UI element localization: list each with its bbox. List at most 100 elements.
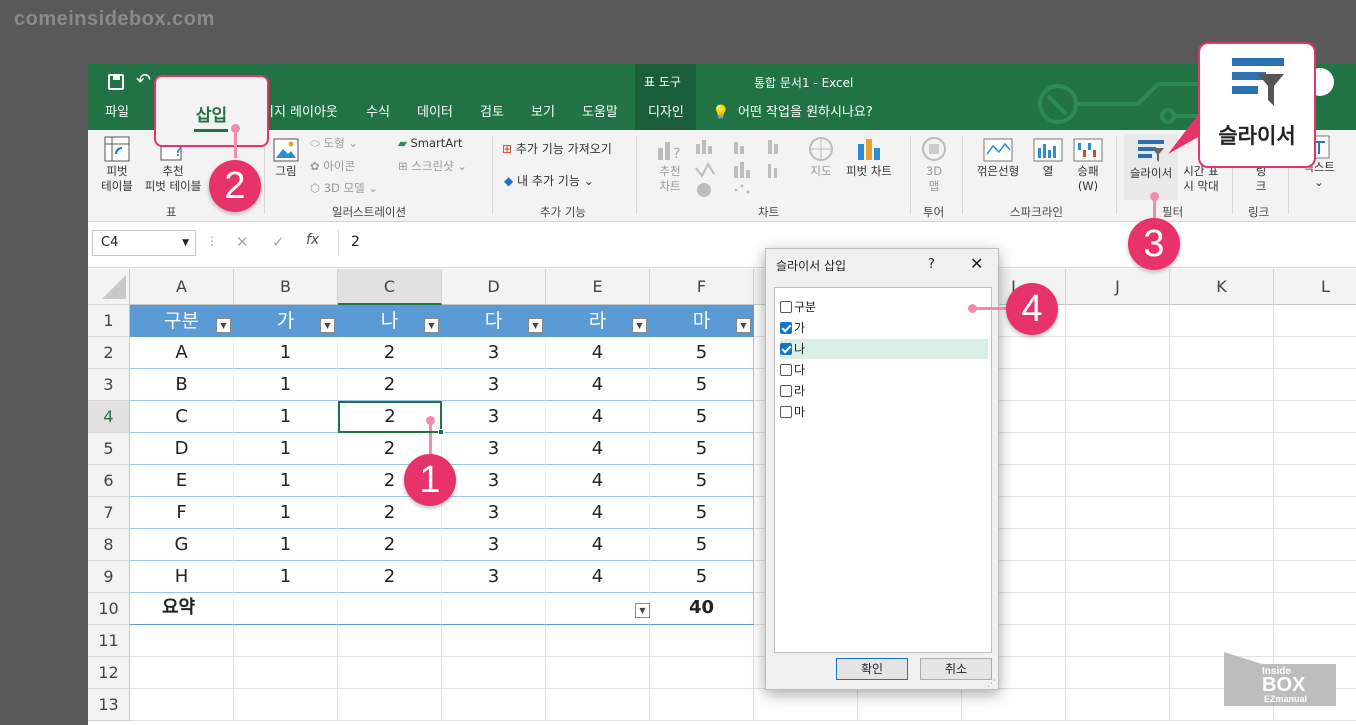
dialog-help-button[interactable]: ? <box>928 257 935 272</box>
slicer-field-checkbox[interactable]: 나 <box>780 339 988 359</box>
recommended-charts-button[interactable]: ? 추천 차트 <box>650 136 690 194</box>
sheet-cell[interactable] <box>1170 433 1274 465</box>
sheet-cell[interactable] <box>338 625 442 657</box>
table-cell[interactable]: 3 <box>442 433 546 465</box>
row-header[interactable]: 1 <box>88 305 130 337</box>
sheet-cell[interactable] <box>1274 401 1356 433</box>
table-cell[interactable]: 1 <box>234 433 338 465</box>
sheet-cell[interactable] <box>1170 305 1274 337</box>
filter-dropdown-icon[interactable]: ▼ <box>320 318 335 333</box>
sheet-cell[interactable] <box>442 689 546 721</box>
sheet-cell[interactable] <box>442 625 546 657</box>
slicer-field-checkbox[interactable]: 다 <box>780 360 988 380</box>
table-cell[interactable]: 4 <box>546 529 650 561</box>
sheet-cell[interactable] <box>1274 369 1356 401</box>
sheet-cell[interactable] <box>1274 593 1356 625</box>
slicer-field-checkbox[interactable]: 마 <box>780 402 988 422</box>
table-cell[interactable]: B <box>130 369 234 401</box>
link-button[interactable]: 링 크 <box>1246 164 1276 194</box>
row-header[interactable]: 7 <box>88 497 130 529</box>
row-header[interactable]: 12 <box>88 657 130 689</box>
sheet-cell[interactable] <box>650 657 754 689</box>
table-cell[interactable]: 5 <box>650 529 754 561</box>
insert-tab-highlight[interactable]: 삽입 <box>154 75 269 147</box>
sheet-cell[interactable] <box>546 657 650 689</box>
row-header[interactable]: 5 <box>88 433 130 465</box>
smartart-button[interactable]: ▰ SmartArt <box>398 136 462 151</box>
table-cell[interactable]: 3 <box>442 465 546 497</box>
row-header[interactable]: 8 <box>88 529 130 561</box>
shapes-button[interactable]: ⬭ 도형 ⌄ <box>310 136 358 151</box>
sheet-cell[interactable] <box>1066 369 1170 401</box>
sheet-cell[interactable] <box>1274 433 1356 465</box>
sheet-cell[interactable] <box>1066 465 1170 497</box>
sheet-cell[interactable] <box>130 625 234 657</box>
column-header[interactable]: C <box>338 269 442 305</box>
picture-button[interactable]: 그림 <box>270 138 302 179</box>
sheet-cell[interactable] <box>1066 689 1170 721</box>
table-cell[interactable]: 1 <box>234 401 338 433</box>
table-cell[interactable]: 2 <box>338 337 442 369</box>
table-cell[interactable]: 5 <box>650 465 754 497</box>
column-header[interactable]: J <box>1066 269 1170 305</box>
row-header[interactable]: 11 <box>88 625 130 657</box>
sheet-cell[interactable] <box>234 657 338 689</box>
table-cell[interactable]: E <box>130 465 234 497</box>
column-header[interactable]: B <box>234 269 338 305</box>
sheet-cell[interactable] <box>650 625 754 657</box>
table-cell[interactable]: 5 <box>650 401 754 433</box>
sheet-cell[interactable] <box>1066 529 1170 561</box>
tab-help[interactable]: 도움말 <box>582 100 618 130</box>
row-header[interactable]: 13 <box>88 689 130 721</box>
sheet-cell[interactable] <box>546 689 650 721</box>
name-box[interactable]: C4 ▼ <box>92 230 196 256</box>
table-cell[interactable]: F <box>130 497 234 529</box>
table-cell[interactable]: 3 <box>442 401 546 433</box>
table-cell[interactable]: 5 <box>650 433 754 465</box>
summary-cell[interactable] <box>234 593 338 625</box>
table-cell[interactable]: 1 <box>234 337 338 369</box>
table-cell[interactable]: 4 <box>546 497 650 529</box>
filter-dropdown-icon[interactable]: ▼ <box>216 318 231 333</box>
sheet-cell[interactable] <box>1066 561 1170 593</box>
summary-cell[interactable] <box>442 593 546 625</box>
sheet-cell[interactable] <box>338 689 442 721</box>
tab-formulas[interactable]: 수식 <box>366 100 390 130</box>
table-header-cell[interactable]: 다 ▼ <box>442 305 546 337</box>
sparkline-column-button[interactable]: 열 <box>1032 138 1064 179</box>
filter-dropdown-icon[interactable]: ▼ <box>736 318 751 333</box>
sheet-cell[interactable] <box>1170 593 1274 625</box>
save-icon[interactable] <box>108 74 124 90</box>
table-cell[interactable]: C <box>130 401 234 433</box>
summary-dropdown-icon[interactable]: ▼ <box>635 603 650 618</box>
sheet-cell[interactable] <box>1066 401 1170 433</box>
tab-design[interactable]: 디자인 <box>648 100 684 130</box>
column-header[interactable]: L <box>1274 269 1356 305</box>
table-cell[interactable]: 5 <box>650 337 754 369</box>
sheet-cell[interactable] <box>1170 337 1274 369</box>
row-header[interactable]: 2 <box>88 337 130 369</box>
cancel-button[interactable]: 취소 <box>920 658 992 680</box>
sheet-cell[interactable] <box>1170 529 1274 561</box>
sheet-cell[interactable] <box>1170 401 1274 433</box>
table-cell[interactable]: 3 <box>442 561 546 593</box>
summary-label-cell[interactable]: 요약 <box>130 593 234 625</box>
sheet-cell[interactable] <box>442 657 546 689</box>
sheet-cell[interactable] <box>650 689 754 721</box>
sheet-cell[interactable] <box>234 625 338 657</box>
sheet-cell[interactable] <box>1170 561 1274 593</box>
table-cell[interactable]: D <box>130 433 234 465</box>
sheet-cell[interactable] <box>1274 497 1356 529</box>
table-cell[interactable]: 4 <box>546 401 650 433</box>
sheet-cell[interactable] <box>1274 529 1356 561</box>
sheet-cell[interactable] <box>754 689 858 721</box>
sheet-cell[interactable] <box>338 657 442 689</box>
sheet-cell[interactable] <box>130 657 234 689</box>
sheet-cell[interactable] <box>1066 497 1170 529</box>
fill-handle[interactable] <box>438 429 444 435</box>
table-cell[interactable]: 1 <box>234 497 338 529</box>
filter-dropdown-icon[interactable]: ▼ <box>528 318 543 333</box>
sheet-cell[interactable] <box>1274 465 1356 497</box>
table-cell[interactable]: 4 <box>546 369 650 401</box>
table-cell[interactable]: 3 <box>442 369 546 401</box>
